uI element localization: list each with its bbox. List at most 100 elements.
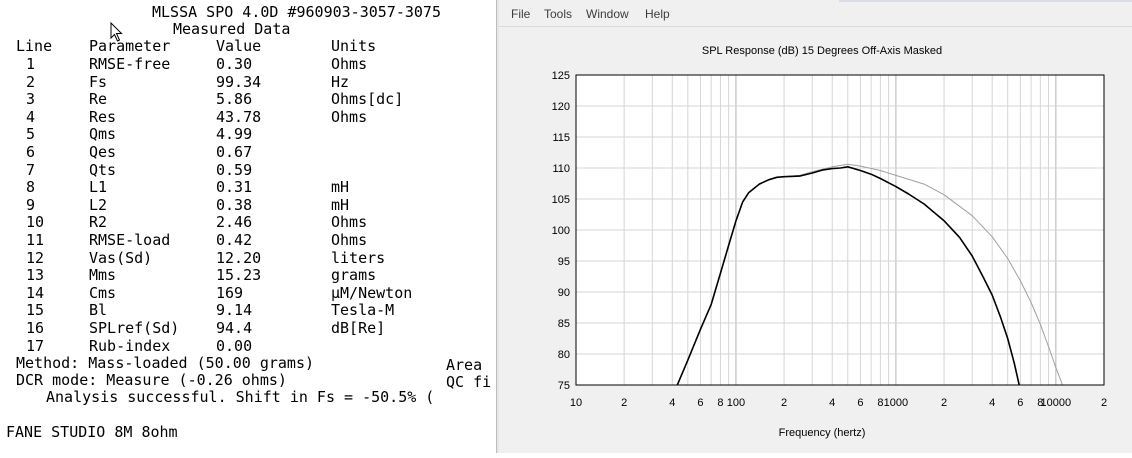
row-parameter: R2 xyxy=(89,213,108,232)
mouse-pointer-icon xyxy=(110,22,123,42)
row-units: µM/Newton xyxy=(331,283,413,302)
row-value: 0.31 xyxy=(216,178,253,197)
app-window: File Tools Window Help SPL Response (dB)… xyxy=(499,0,1132,453)
row-parameter: Qts xyxy=(89,160,117,179)
row-parameter: L2 xyxy=(89,195,108,214)
menu-file[interactable]: File xyxy=(511,7,530,21)
row-units: Ohms xyxy=(331,231,368,249)
qc-label: QC fi xyxy=(446,373,492,391)
header-parameter: Parameter xyxy=(89,37,171,55)
row-parameter: Fs xyxy=(89,72,108,91)
row-value: 15.23 xyxy=(216,266,262,285)
report-title: MLSSA SPO 4.0D #960903-3057-3075 xyxy=(152,3,441,21)
x-tick-label: 1000 xyxy=(884,397,908,409)
menu-help[interactable]: Help xyxy=(645,7,670,21)
row-parameter: SPLref(Sd) xyxy=(89,319,180,337)
x-tick-label: 2 xyxy=(1101,397,1107,409)
y-tick-label: 80 xyxy=(558,349,570,361)
row-parameter: L1 xyxy=(89,178,108,197)
x-tick-label: 4 xyxy=(829,397,835,409)
row-line: 9 xyxy=(26,195,36,214)
row-units: Ohms xyxy=(331,107,368,126)
row-parameter: Qms xyxy=(89,125,117,144)
row-parameter: Qes xyxy=(89,143,117,161)
row-parameter: Re xyxy=(89,90,108,109)
chart-xlabel: Frequency (hertz) xyxy=(779,427,866,439)
dcr-line: DCR mode: Measure (-0.26 ohms) xyxy=(16,371,287,389)
row-line: 10 xyxy=(26,213,45,232)
row-parameter: Rub-index xyxy=(89,336,171,355)
row-line: 3 xyxy=(26,90,36,109)
row-parameter: RMSE-free xyxy=(89,55,171,73)
x-tick-label: 2 xyxy=(941,397,947,409)
row-value: 2.46 xyxy=(216,213,253,232)
row-line: 8 xyxy=(26,178,36,197)
x-tick-label: 8 xyxy=(877,397,883,409)
y-tick-label: 75 xyxy=(558,380,570,392)
row-line: 12 xyxy=(26,248,45,267)
row-parameter: Cms xyxy=(89,283,117,302)
x-tick-label: 2 xyxy=(621,397,627,409)
row-value: 0.59 xyxy=(216,160,253,179)
header-units: Units xyxy=(331,37,377,55)
row-line: 15 xyxy=(26,301,45,320)
row-line: 1 xyxy=(26,55,36,73)
row-line: 4 xyxy=(26,107,36,126)
row-units: Ohms xyxy=(331,213,368,232)
row-parameter: Res xyxy=(89,107,117,126)
row-parameter: Vas(Sd) xyxy=(89,248,153,267)
x-tick-label: 100 xyxy=(727,397,745,409)
row-value: 0.42 xyxy=(216,231,253,249)
x-tick-label: 10 xyxy=(570,397,582,409)
chart-title: SPL Response (dB) 15 Degrees Off-Axis Ma… xyxy=(702,45,942,57)
row-value: 99.34 xyxy=(216,72,262,91)
row-value: 5.86 xyxy=(216,90,253,109)
y-tick-label: 125 xyxy=(552,70,570,82)
row-units: dB[Re] xyxy=(331,319,386,337)
x-tick-label: 4 xyxy=(989,397,995,409)
row-line: 5 xyxy=(26,125,36,144)
x-tick-label: 8 xyxy=(717,397,723,409)
row-units: Hz xyxy=(331,72,350,91)
menu-window[interactable]: Window xyxy=(586,7,629,21)
row-units: Ohms xyxy=(331,55,368,73)
row-units: mH xyxy=(331,178,350,197)
x-tick-label: 6 xyxy=(1017,397,1023,409)
x-tick-label: 2 xyxy=(781,397,787,409)
row-parameter: Bl xyxy=(89,301,108,320)
row-value: 43.78 xyxy=(216,107,262,126)
y-tick-label: 95 xyxy=(558,256,570,268)
row-line: 7 xyxy=(26,160,36,179)
row-units: mH xyxy=(331,195,350,214)
area-label: Area xyxy=(446,356,483,374)
menu-bar: File Tools Window Help xyxy=(499,2,1132,27)
row-units: Tesla-M xyxy=(331,301,395,320)
x-tick-label: 10000 xyxy=(1041,397,1072,409)
row-line: 6 xyxy=(26,143,36,161)
row-value: 0.38 xyxy=(216,195,253,214)
row-units: liters xyxy=(331,248,386,267)
header-value: Value xyxy=(216,37,262,55)
speaker-name: FANE STUDIO 8M 8ohm xyxy=(6,423,178,441)
y-tick-label: 105 xyxy=(552,194,570,206)
x-tick-label: 6 xyxy=(697,397,703,409)
x-tick-label: 4 xyxy=(669,397,675,409)
row-parameter: Mms xyxy=(89,266,117,285)
row-line: 17 xyxy=(26,336,45,355)
y-tick-label: 115 xyxy=(552,132,570,144)
row-line: 16 xyxy=(26,319,45,337)
report-subtitle: Measured Data xyxy=(173,20,291,38)
row-line: 13 xyxy=(26,266,45,285)
row-value: 0.30 xyxy=(216,55,253,73)
row-value: 94.4 xyxy=(216,319,253,337)
spl-response-chart: SPL Response (dB) 15 Degrees Off-Axis Ma… xyxy=(505,28,1132,453)
chart-panel: SPL Response (dB) 15 Degrees Off-Axis Ma… xyxy=(505,28,1132,453)
y-tick-label: 85 xyxy=(558,318,570,330)
mlssa-report: MLSSA SPO 4.0D #960903-3057-3075 Measure… xyxy=(0,0,498,453)
row-parameter: RMSE-load xyxy=(89,231,171,249)
menu-tools[interactable]: Tools xyxy=(544,7,572,21)
y-tick-label: 110 xyxy=(552,163,570,175)
y-tick-label: 120 xyxy=(552,101,570,113)
x-tick-label: 6 xyxy=(857,397,863,409)
row-units: Ohms[dc] xyxy=(331,90,404,109)
